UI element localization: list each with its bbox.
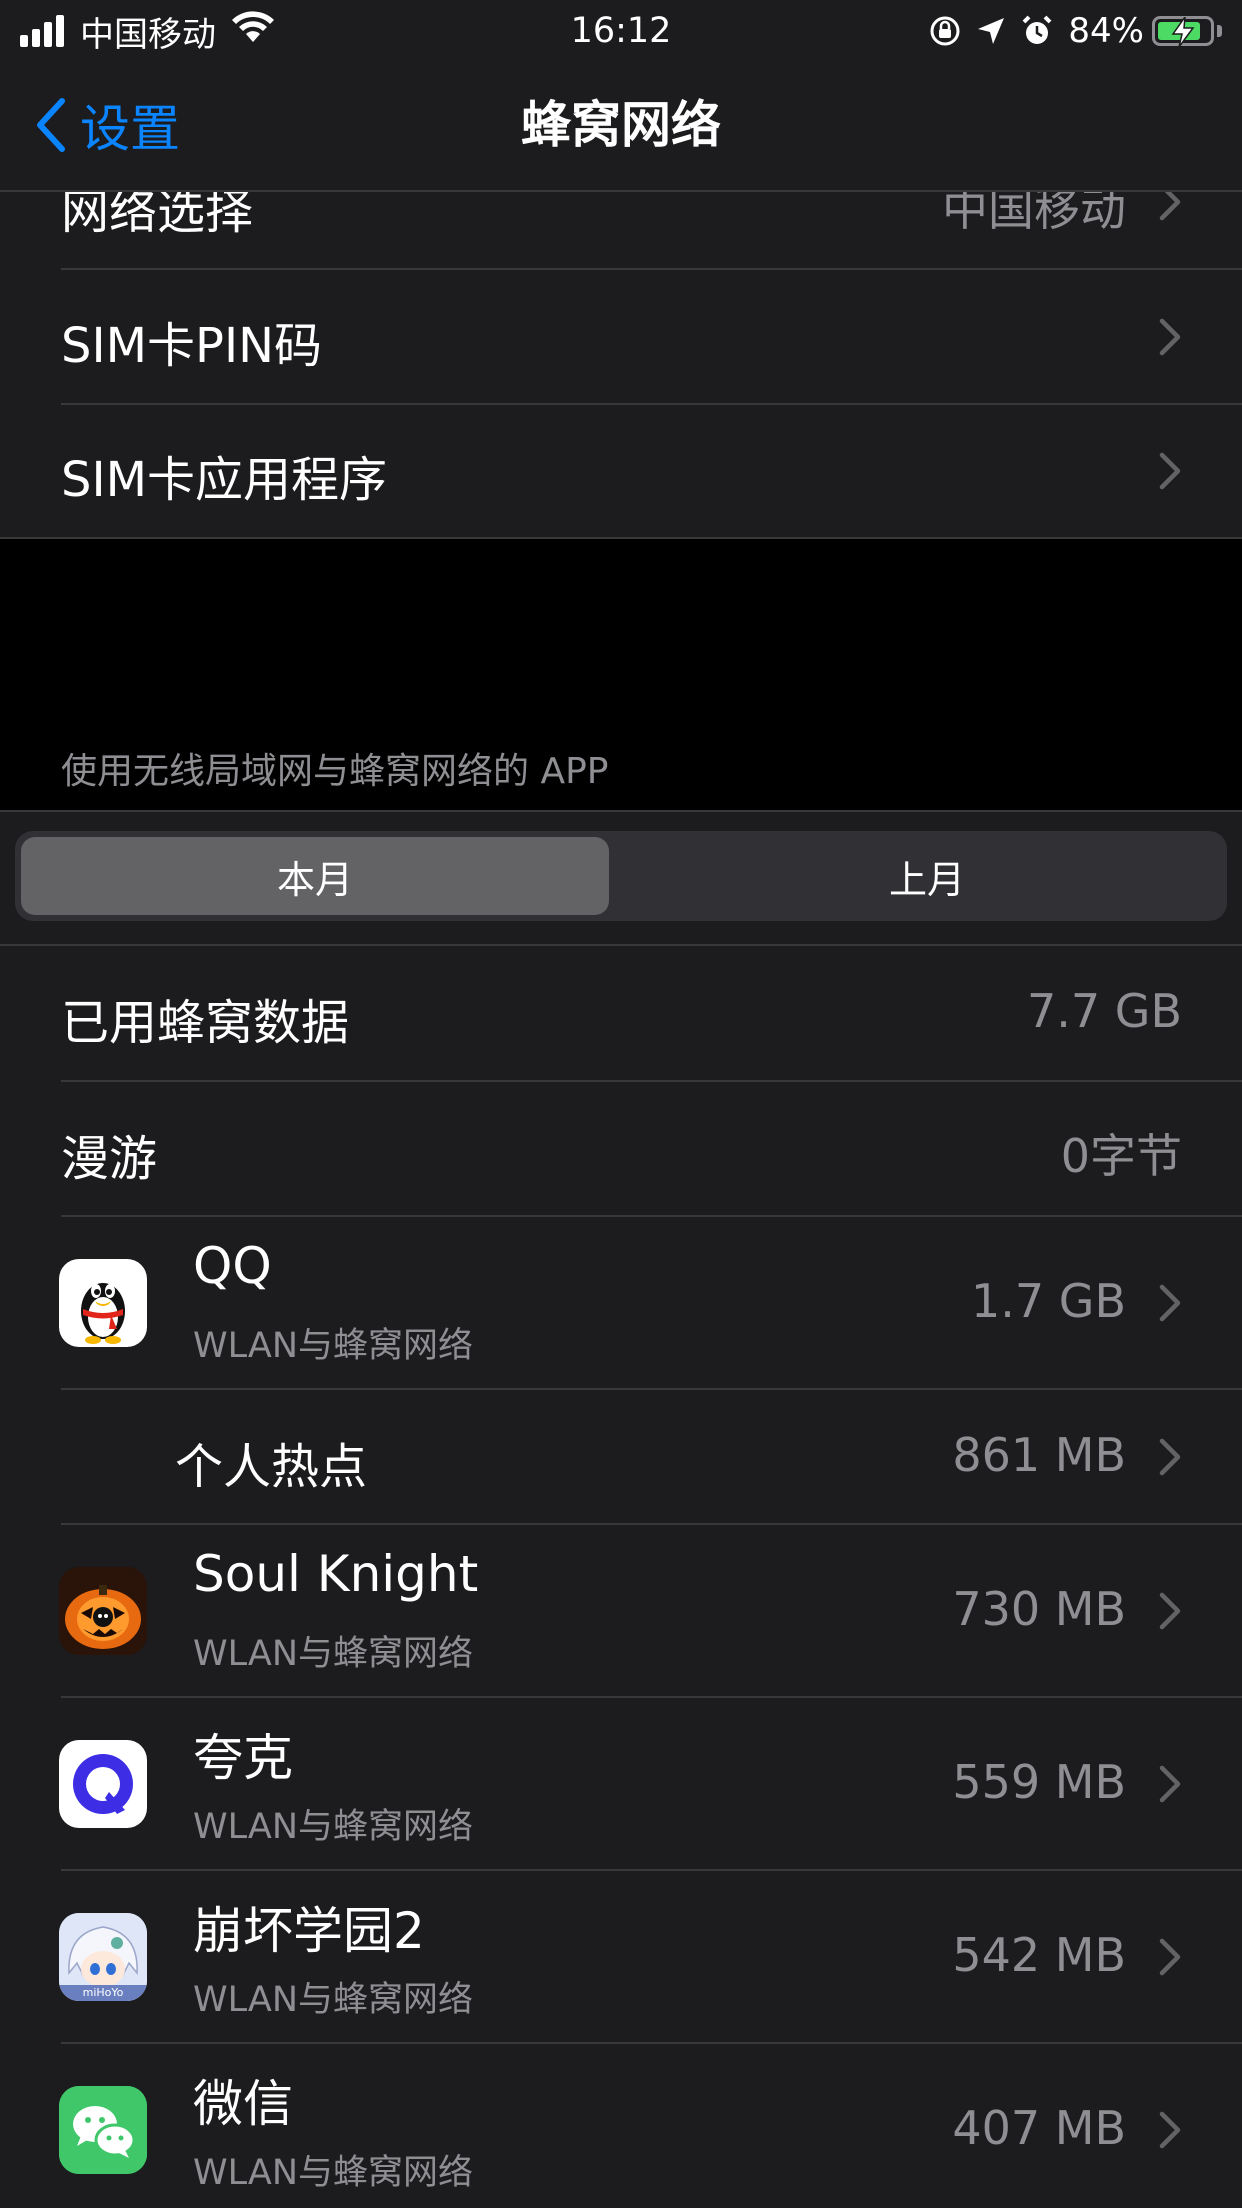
orientation-lock-icon <box>928 14 962 48</box>
app-usage: 1.7 GB <box>971 1274 1126 1328</box>
app-subtitle: WLAN与蜂窝网络 <box>193 1807 474 1847</box>
app-row-honkai-gakuen-2[interactable]: miHoYo 崩坏学园2 WLAN与蜂窝网络 542 MB <box>0 1871 1242 2043</box>
segment-this-month[interactable]: 本月 <box>21 837 609 915</box>
row-label: 网络选择 <box>61 192 254 240</box>
segment-last-month[interactable]: 上月 <box>633 837 1221 915</box>
bolt-icon <box>1171 17 1195 47</box>
app-name: 夸克 <box>193 1729 293 1787</box>
app-name: 微信 <box>193 2075 293 2133</box>
alarm-icon <box>1020 14 1054 48</box>
sim-settings-group: 网络选择 中国移动 SIM卡PIN码 SIM卡应用程序 <box>0 192 1242 537</box>
app-subtitle: WLAN与蜂窝网络 <box>193 1980 474 2020</box>
app-usage: 542 MB <box>952 1928 1126 1982</box>
row-label: SIM卡应用程序 <box>61 452 388 508</box>
chevron-right-icon <box>1159 318 1181 356</box>
app-usage: 730 MB <box>952 1582 1126 1636</box>
honkai-gakuen-icon: miHoYo <box>59 1913 147 2001</box>
soul-knight-icon <box>59 1567 147 1655</box>
usage-section-header: 使用无线局域网与蜂窝网络的 APP <box>61 751 609 792</box>
chevron-right-icon <box>1159 1765 1181 1803</box>
chevron-right-icon <box>1159 1438 1181 1476</box>
group-separator <box>0 537 1242 539</box>
battery-charging-icon <box>1152 16 1214 47</box>
app-row-wechat[interactable]: 微信 WLAN与蜂窝网络 407 MB <box>0 2044 1242 2208</box>
app-name: Soul Knight <box>193 1545 479 1603</box>
battery-cap <box>1217 25 1222 37</box>
quark-icon <box>59 1740 147 1828</box>
content-scroll[interactable]: 网络选择 中国移动 SIM卡PIN码 SIM卡应用程序 使用无线局域网与蜂窝网络… <box>0 192 1242 2208</box>
app-name: QQ <box>193 1237 272 1295</box>
app-subtitle: WLAN与蜂窝网络 <box>193 1634 474 1674</box>
chevron-right-icon <box>1159 2111 1181 2149</box>
row-label: 漫游 <box>61 1131 158 1187</box>
row-label: 个人热点 <box>175 1439 368 1495</box>
qq-penguin-icon <box>59 1259 147 1347</box>
app-subtitle: WLAN与蜂窝网络 <box>193 1326 474 1366</box>
period-segmented-control: 本月 上月 <box>15 831 1227 921</box>
navigation-bar: 设置 蜂窝网络 <box>0 62 1242 192</box>
status-bar: 中国移动 16:12 84% <box>0 0 1242 62</box>
chevron-right-icon <box>1159 1938 1181 1976</box>
sim-pin-row[interactable]: SIM卡PIN码 <box>0 270 1242 404</box>
app-usage: 861 MB <box>952 1428 1126 1482</box>
app-row-quark[interactable]: 夸克 WLAN与蜂窝网络 559 MB <box>0 1698 1242 1870</box>
personal-hotspot-row[interactable]: 个人热点 861 MB <box>0 1390 1242 1524</box>
app-name: 崩坏学园2 <box>193 1902 425 1960</box>
page-title: 蜂窝网络 <box>521 96 721 154</box>
app-usage: 407 MB <box>952 2101 1126 2155</box>
location-icon <box>976 16 1006 46</box>
app-row-soul-knight[interactable]: Soul Knight WLAN与蜂窝网络 730 MB <box>0 1525 1242 1697</box>
row-label: SIM卡PIN码 <box>61 318 323 374</box>
chevron-right-icon <box>1159 1284 1181 1322</box>
chevron-right-icon <box>1159 452 1181 490</box>
sim-apps-row[interactable]: SIM卡应用程序 <box>0 405 1242 537</box>
app-usage: 559 MB <box>952 1755 1126 1809</box>
network-selection-row[interactable]: 网络选择 中国移动 <box>0 192 1242 257</box>
chevron-right-icon <box>1159 192 1181 221</box>
row-label: 已用蜂窝数据 <box>61 995 350 1051</box>
chevron-right-icon <box>1159 1592 1181 1630</box>
status-right: 84% <box>914 8 1222 54</box>
icon-caption: miHoYo <box>82 1986 124 1999</box>
wechat-icon <box>59 2086 147 2174</box>
app-row-qq[interactable]: QQ WLAN与蜂窝网络 1.7 GB <box>0 1217 1242 1389</box>
group-separator <box>0 810 1242 812</box>
app-subtitle: WLAN与蜂窝网络 <box>193 2153 474 2193</box>
battery-percent: 84% <box>1068 11 1144 51</box>
roaming-row: 漫游 0字节 <box>0 1082 1242 1216</box>
cellular-data-used-row: 已用蜂窝数据 7.7 GB <box>0 946 1242 1080</box>
row-value: 0字节 <box>1060 1129 1182 1183</box>
row-value: 中国移动 <box>942 192 1126 236</box>
row-value: 7.7 GB <box>1027 984 1182 1038</box>
